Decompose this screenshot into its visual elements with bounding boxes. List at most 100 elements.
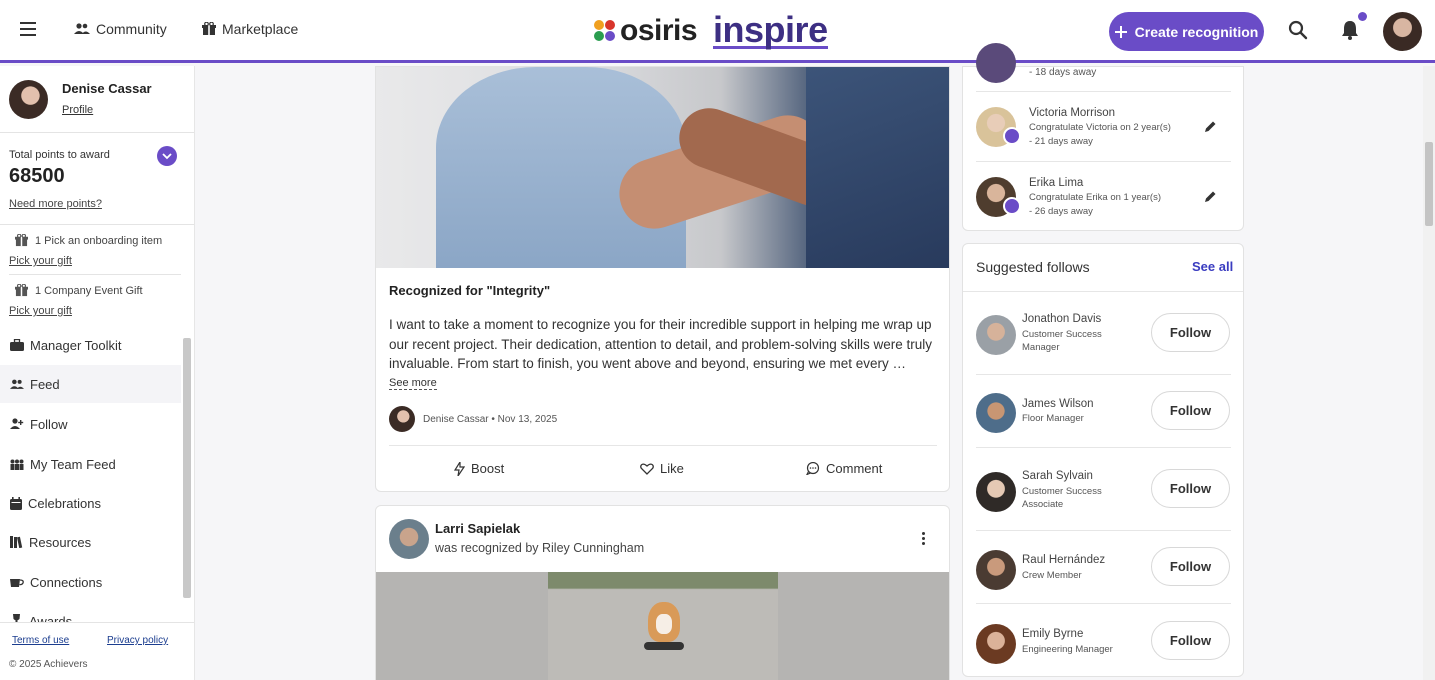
terms-link[interactable]: Terms of use: [12, 635, 69, 646]
gift-badge-icon: [1003, 197, 1021, 215]
privacy-link[interactable]: Privacy policy: [107, 635, 168, 646]
image-skateboard: [644, 642, 684, 650]
person-add-icon: [10, 418, 24, 429]
nav-community[interactable]: Community: [74, 21, 167, 37]
post-recipient-name[interactable]: Larri Sapielak: [435, 521, 520, 536]
sidebar-item-connections[interactable]: Connections: [0, 563, 181, 601]
osiris-inspire-logo: osiris inspire: [594, 11, 828, 50]
like-label: Like: [660, 461, 684, 476]
follow-button[interactable]: Follow: [1151, 547, 1230, 586]
post-image: [376, 572, 949, 680]
image-dog: [648, 602, 680, 642]
boost-button[interactable]: Boost: [454, 461, 504, 476]
bell-icon[interactable]: [1341, 20, 1359, 40]
search-icon[interactable]: [1288, 20, 1308, 40]
divider: [389, 445, 937, 446]
chevron-down-icon[interactable]: [157, 146, 177, 166]
suggested-role: Customer Success Associate: [1022, 486, 1102, 510]
sidebar-item-feed[interactable]: Feed: [0, 365, 181, 403]
suggested-role: Floor Manager: [1022, 413, 1084, 424]
divider: [0, 224, 194, 225]
user-avatar[interactable]: [1383, 12, 1422, 51]
pick-gift-link[interactable]: Pick your gift: [9, 255, 72, 267]
nav-marketplace[interactable]: Marketplace: [202, 21, 298, 37]
briefcase-icon: [10, 339, 24, 351]
sidebar-item-label: Manager Toolkit: [30, 337, 122, 353]
post-recognized-by: was recognized by Riley Cunningham: [435, 541, 645, 555]
sidebar-item-follow[interactable]: Follow: [0, 405, 181, 443]
profile-link[interactable]: Profile: [62, 104, 93, 116]
corgi-image: [548, 572, 778, 680]
create-recognition-label: Create recognition: [1134, 23, 1259, 40]
notification-dot: [1358, 12, 1367, 21]
pencil-icon[interactable]: [1203, 190, 1217, 204]
avatar: [976, 393, 1016, 433]
left-sidebar: Denise Cassar Profile Total points to aw…: [0, 66, 195, 680]
sidebar-item-label: Feed: [30, 376, 60, 392]
post-author-date: Denise Cassar • Nov 13, 2025: [423, 413, 558, 425]
sidebar-item-label: Resources: [29, 534, 92, 550]
trophy-icon: [13, 614, 20, 622]
post-meta: Denise Cassar • Nov 13, 2025: [389, 406, 557, 432]
divider: [976, 603, 1231, 604]
celebration-name: Victoria Morrison: [1029, 107, 1116, 119]
divider: [963, 291, 1243, 292]
divider: [976, 447, 1231, 448]
create-recognition-button[interactable]: Create recognition: [1109, 12, 1264, 51]
user-name: Denise Cassar: [62, 81, 152, 96]
gift-item: 1 Pick an onboarding item: [15, 234, 162, 247]
page-scroll-thumb[interactable]: [1425, 142, 1433, 226]
post-title: Recognized for "Integrity": [389, 283, 551, 298]
sidebar-scrollbar[interactable]: [181, 324, 193, 624]
sidebar-item-resources[interactable]: Resources: [0, 523, 181, 561]
menu-icon[interactable]: [20, 22, 38, 38]
divider: [976, 91, 1231, 92]
follow-button[interactable]: Follow: [1151, 621, 1230, 660]
sidebar-footer: Terms of use Privacy policy © 2025 Achie…: [0, 622, 194, 680]
sidebar-item-celebrations[interactable]: Celebrations: [0, 484, 181, 522]
follow-button[interactable]: Follow: [1151, 391, 1230, 430]
sidebar-item-manager-toolkit[interactable]: Manager Toolkit: [0, 326, 181, 364]
comment-button[interactable]: Comment: [806, 461, 882, 476]
divider: [9, 274, 181, 275]
sidebar-item-label: Connections: [30, 574, 103, 590]
follow-button[interactable]: Follow: [1151, 313, 1230, 352]
page-scrollbar[interactable]: [1423, 66, 1435, 680]
suggested-name: Jonathon Davis: [1022, 313, 1102, 325]
sidebar-item-awards[interactable]: Awards: [0, 602, 181, 622]
post-body: I want to take a moment to recognize you…: [389, 317, 933, 371]
copyright: © 2025 Achievers: [9, 659, 88, 670]
gift-item: 1 Company Event Gift: [15, 284, 143, 297]
sidebar-item-label: My Team Feed: [30, 456, 116, 472]
like-button[interactable]: Like: [640, 461, 684, 476]
team-icon: [10, 459, 24, 470]
gift-icon: [15, 234, 28, 247]
suggested-follows-card: Suggested follows See all Jonathon Davis…: [962, 243, 1244, 677]
celebration-days-away: - 21 days away: [1029, 136, 1093, 147]
suggested-name: Emily Byrne: [1022, 628, 1084, 640]
see-all-link[interactable]: See all: [1192, 259, 1233, 274]
celebration-text: Congratulate Victoria on 2 year(s): [1029, 122, 1171, 133]
gift-icon: [202, 22, 216, 35]
sidebar-item-my-team-feed[interactable]: My Team Feed: [0, 445, 181, 483]
sidebar-scroll-thumb[interactable]: [183, 338, 191, 598]
suggested-name: Sarah Sylvain: [1022, 470, 1093, 482]
see-more-link[interactable]: See more: [389, 377, 437, 390]
pick-gift-link[interactable]: Pick your gift: [9, 305, 72, 317]
calendar-icon: [10, 496, 22, 510]
nav-community-label: Community: [96, 21, 167, 37]
points-value: 68500: [9, 165, 65, 187]
pencil-icon[interactable]: [1203, 120, 1217, 134]
more-options-icon[interactable]: [922, 532, 925, 547]
comment-icon: [806, 462, 820, 475]
avatar: [976, 43, 1016, 83]
gift-badge-icon: [1003, 127, 1021, 145]
avatar: [976, 315, 1016, 355]
avatar: [9, 80, 48, 119]
plus-icon: [1114, 25, 1127, 38]
need-more-points-link[interactable]: Need more points?: [9, 198, 102, 210]
follow-button[interactable]: Follow: [1151, 469, 1230, 508]
sidebar-item-label: Awards: [29, 614, 73, 622]
image-sleeve: [806, 67, 949, 268]
recognition-post: Recognized for "Integrity" I want to tak…: [375, 66, 950, 492]
